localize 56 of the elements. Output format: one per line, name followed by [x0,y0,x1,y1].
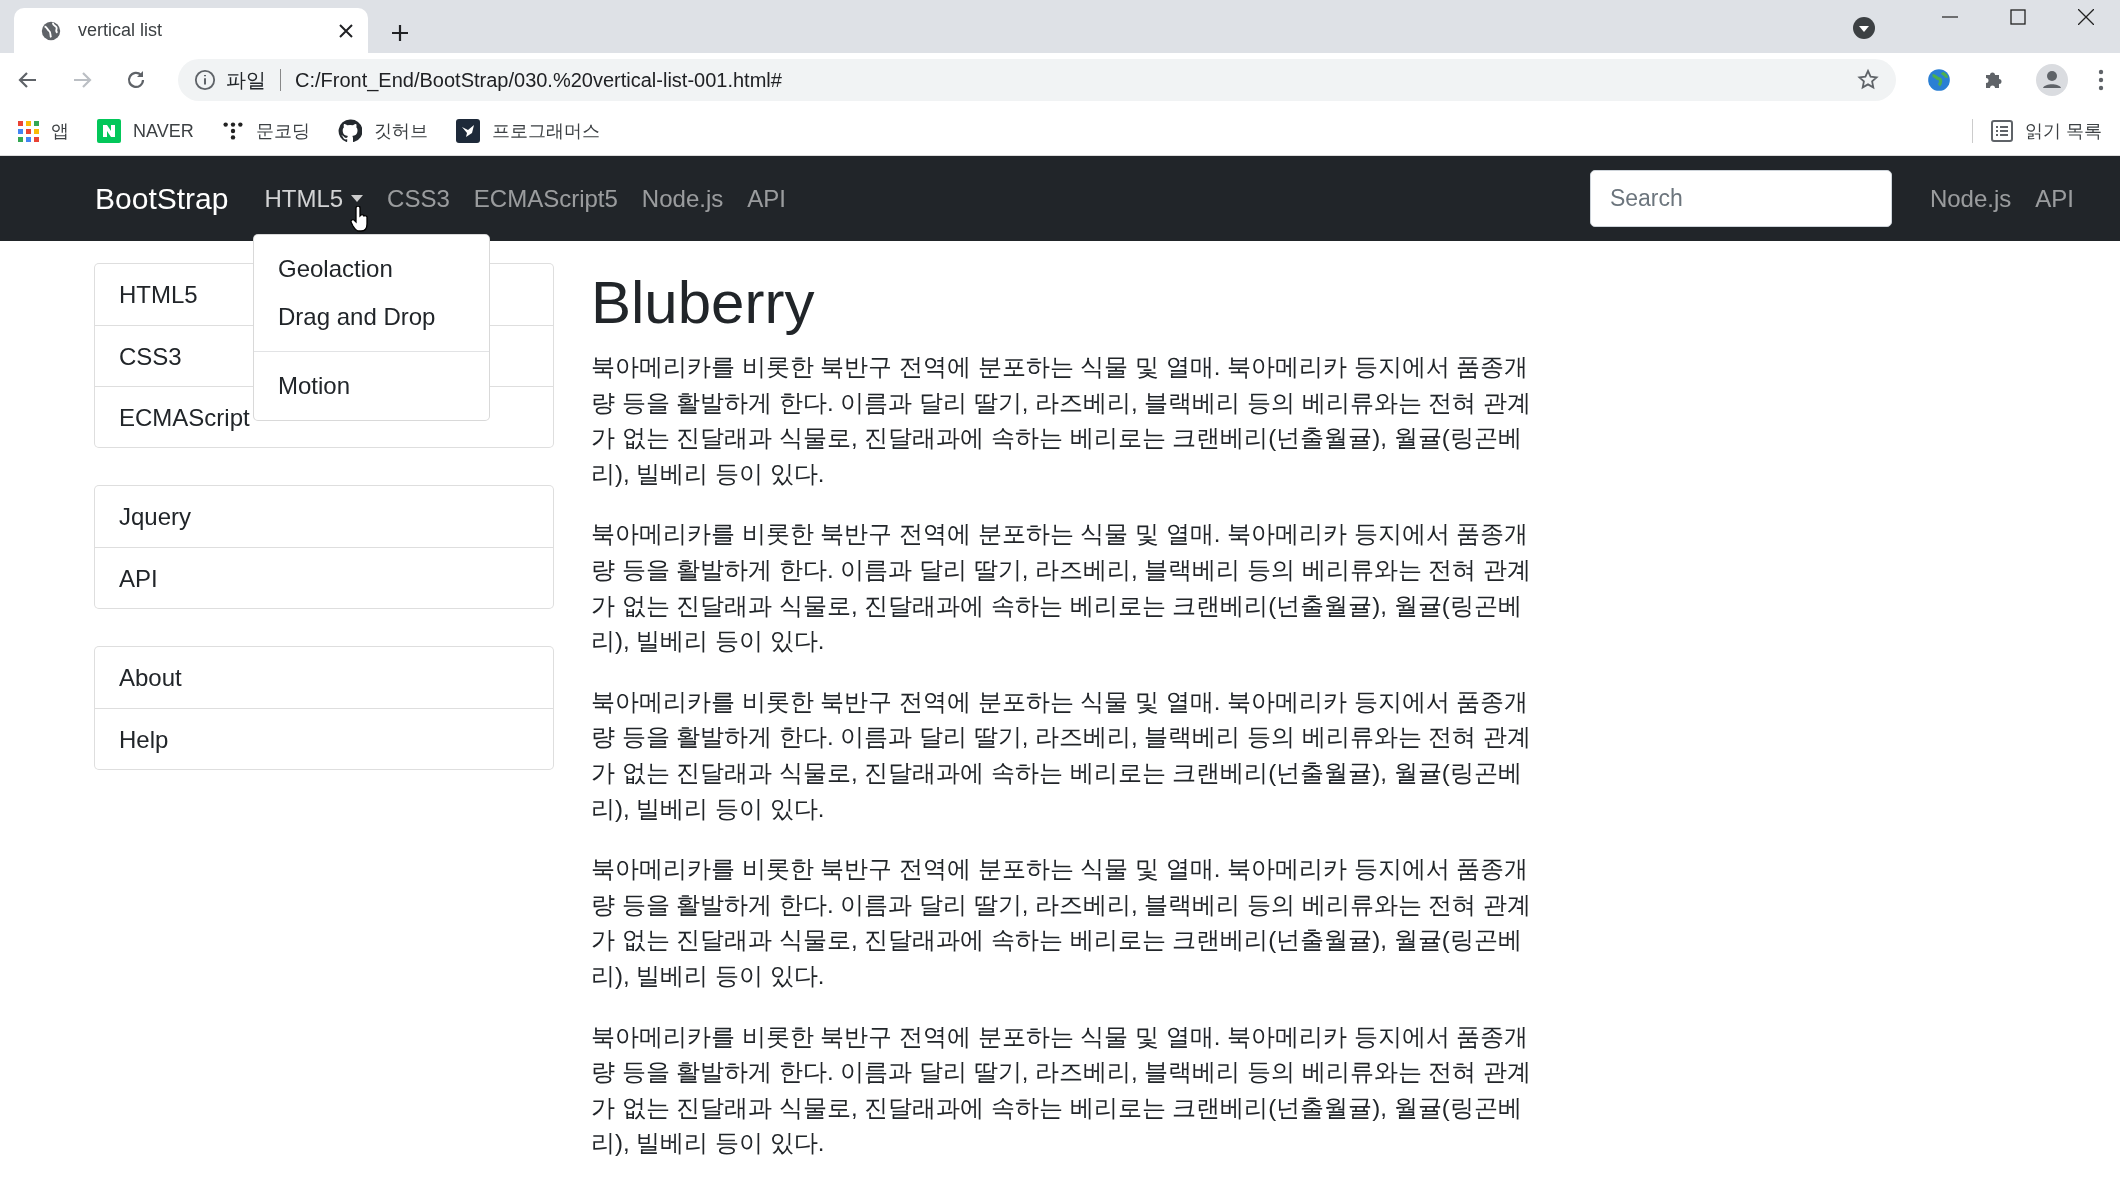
reading-list-label[interactable]: 읽기 목록 [2025,119,2102,143]
caret-icon [351,194,364,203]
paragraph: 북아메리카를 비롯한 북반구 전역에 분포하는 식물 및 열매. 북아메리카 등지에서 품종개량 등을 활발하게 한다. 이름과 달리 딸기, 라즈베리, 블랙베리 등의 베리류와는 전혀 관계가 없는 진달래과 식물로, 진달래과에 속하는 베리로는 크랜베리(넌출월귤), 월귤(링곤베리), 빌베리 등이 있다. [591,854,1533,991]
apps-grid-icon[interactable] [18,120,39,142]
bookmark[interactable]: NAVER [97,119,194,143]
tab-title: vertical list [78,20,163,41]
bookmark[interactable]: 깃허브 [337,119,428,143]
nav-link[interactable]: Node.js [1929,184,2012,213]
bookmark[interactable]: 프로그래머스 [455,119,600,143]
hand-cursor-icon [350,206,370,232]
tab-search-icon[interactable] [1852,16,1876,40]
bookmark-label: 앱 [51,120,69,143]
info-icon [194,69,216,91]
star-icon[interactable] [1856,68,1880,92]
bookmark-label: NAVER [133,120,194,142]
brand-logo[interactable]: BootStrap [95,181,229,216]
profile-avatar-icon[interactable] [2036,64,2068,96]
search-field[interactable]: Search [1589,170,1892,227]
dropdown-item[interactable]: Drag and Drop [254,293,489,341]
nav-link[interactable]: Node.js [641,184,724,213]
close-icon[interactable] [2078,9,2094,25]
paragraph: 북아메리카를 비롯한 북반구 전역에 분포하는 식물 및 열매. 북아메리카 등지에서 품종개량 등을 활발하게 한다. 이름과 달리 딸기, 라즈베리, 블랙베리 등의 베리류와는 전혀 관계가 없는 진달래과 식물로, 진달래과에 속하는 베리로는 크랜베리(넌출월귤), 월귤(링곤베리), 빌베리 등이 있다. [591,686,1533,824]
nav-link[interactable]: ECMAScript5 [473,184,618,213]
list-icon[interactable] [1991,120,2013,142]
bookmark-label: 프로그래머스 [491,120,600,143]
bookmark[interactable]: 문코딩 [221,119,310,143]
github-icon[interactable] [337,119,362,143]
close-icon[interactable] [338,22,354,39]
url-text: C:/Front_End/BootStrap/030.%20vertical-list-001.html# [295,68,783,92]
bookmark-label: 문코딩 [255,120,310,143]
list-item[interactable]: About [95,647,553,708]
globe-icon [40,19,62,42]
page-heading: Bluberry [591,268,816,338]
menu-icon[interactable] [2098,69,2104,91]
browser-tab[interactable]: vertical list [14,8,368,53]
list-item[interactable]: Jquery [95,486,553,547]
nav-link[interactable]: API [2035,184,2074,213]
paragraph: 북아메리카를 비롯한 북반구 전역에 분포하는 식물 및 열매. 북아메리카 등지에서 품종개량 등을 활발하게 한다. 이름과 달리 딸기, 라즈베리, 블랙베리 등의 베리류와는 전혀 관계가 없는 진달래과 식물로, 진달래과에 속하는 베리로는 크랜베리(넌출월귤), 월귤(링곤베리), 빌베리 등이 있다. [591,1021,1533,1159]
dots-icon[interactable] [221,120,244,142]
bird-icon[interactable] [455,119,480,143]
paragraph: 북아메리카를 비롯한 북반구 전역에 분포하는 식물 및 열매. 북아메리카 등지에서 품종개량 등을 활발하게 한다. 이름과 달리 딸기, 라즈베리, 블랙베리 등의 베리류와는 전혀 관계가 없는 진달래과 식물로, 진달래과에 속하는 베리로는 크랜베리(넌출월귤), 월귤(링곤베리), 빌베리 등이 있다. [591,352,1533,489]
nav-link[interactable]: CSS3 [387,184,450,213]
bookmark-label: 깃허브 [373,120,428,143]
list-item[interactable]: Help [95,708,553,769]
dropdown-item[interactable]: Geolaction [254,245,489,293]
nav-link[interactable]: API [747,184,786,213]
maximize-icon[interactable] [2010,9,2026,25]
earth-icon[interactable] [1926,67,1952,93]
list-item[interactable]: API [95,547,553,608]
scheme-label: 파일 [226,67,266,93]
paragraph: 북아메리카를 비롯한 북반구 전역에 분포하는 식물 및 열매. 북아메리카 등지에서 품종개량 등을 활발하게 한다. 이름과 달리 딸기, 라즈베리, 블랙베리 등의 베리류와는 전혀 관계가 없는 진달래과 식물로, 진달래과에 속하는 베리로는 크랜베리(넌출월귤), 월귤(링곤베리), 빌베리 등이 있다. [591,519,1533,657]
bookmark[interactable]: 앱 [18,119,69,143]
dropdown-toggle[interactable]: HTML5 [264,184,364,213]
new-tab-icon[interactable] [390,23,410,43]
dropdown-item[interactable]: Motion [254,362,489,410]
address-bar[interactable]: 파일 C:/Front_End/BootStrap/030.%20vertical-list-001.html# [178,59,1896,101]
